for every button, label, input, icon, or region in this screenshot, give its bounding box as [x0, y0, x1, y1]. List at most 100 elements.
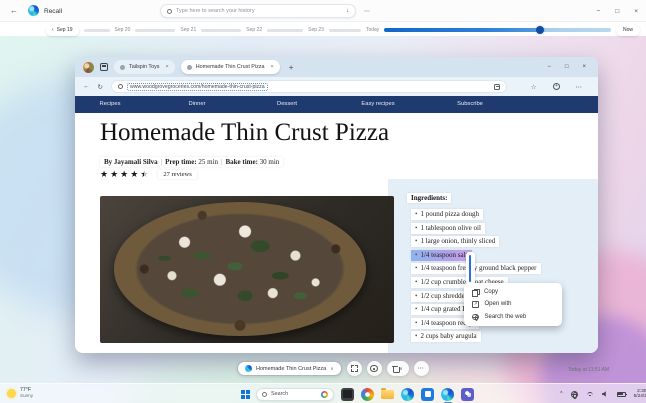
delete-snapshot-button[interactable]: ∨	[386, 361, 409, 376]
context-menu-label: Open with	[484, 301, 512, 308]
ingredient-text: 1 tablespoon olive oil	[420, 223, 481, 232]
new-tab-icon: +	[288, 62, 294, 72]
tray-expand-icon[interactable]: ^	[560, 391, 563, 397]
snapshot-app-pill[interactable]: Homemade Thin Crust Pizza ∨	[237, 361, 342, 376]
recipe-author: By Jayamali Silva	[104, 158, 158, 166]
context-menu-item-search-web[interactable]: Search the web	[464, 311, 562, 323]
bullet-icon: •	[415, 291, 418, 300]
ingredient-item[interactable]: • 1 large onion, thinly sliced	[411, 236, 500, 248]
taskbar-app-store[interactable]	[421, 387, 434, 401]
toolbar-more-button[interactable]: ⋯	[413, 361, 429, 376]
bing-search-icon	[321, 390, 328, 398]
recall-titlebar: ← Recall ↓ ⋯ − □ ×	[0, 0, 646, 22]
bullet-icon: •	[415, 318, 418, 327]
history-search-input[interactable]	[176, 8, 342, 14]
browser-maximize-icon: □	[564, 64, 569, 70]
taskbar-app-edge[interactable]	[401, 387, 414, 401]
star-icon	[110, 170, 118, 179]
search-icon	[262, 391, 267, 397]
recipe-rating: 27 reviews	[100, 170, 197, 179]
timeline-track-segment[interactable]	[328, 28, 361, 32]
copy-circle-icon	[370, 364, 378, 373]
open-with-icon	[472, 301, 479, 308]
ingredient-text: 1/4 teaspoon freshly ground black pepper	[420, 264, 537, 273]
trash-icon	[392, 365, 400, 373]
recipe-byline[interactable]: By Jayamali Silva | Prep time: 25 min | Bake…	[100, 157, 284, 167]
edge-app-icon	[245, 365, 252, 372]
nav-item-dessert[interactable]: Dessert	[277, 101, 297, 107]
ingredient-item[interactable]: • 1 pound pizza dough	[411, 209, 483, 220]
address-url-text[interactable]: www.woodgrovegroceries.com/homemade-thin…	[126, 82, 268, 91]
context-menu-item-copy[interactable]: Copy	[464, 286, 562, 298]
recall-app-icon	[28, 5, 39, 16]
copy-icon	[472, 288, 480, 298]
nav-item-dinner[interactable]: Dinner	[188, 101, 205, 107]
battery-icon[interactable]	[616, 391, 627, 397]
back-icon[interactable]: ←	[10, 6, 18, 15]
app-title: Recall	[44, 8, 63, 15]
ingredient-item[interactable]: • 1 tablespoon olive oil	[411, 222, 485, 234]
timeline-now-button[interactable]: Now	[615, 24, 640, 36]
ingredient-item-highlighted[interactable]: • 1/4 teaspoon salt	[411, 249, 472, 261]
context-menu-label: Copy	[484, 289, 499, 296]
nav-item-recipes[interactable]: Recipes	[100, 101, 121, 107]
titlebar-more-icon[interactable]: ⋯	[364, 8, 371, 15]
timeline-track-segment[interactable]	[135, 28, 176, 32]
timeline-track-segment[interactable]	[83, 28, 110, 32]
text-selection-handle[interactable]	[466, 252, 475, 285]
snip-button[interactable]	[346, 361, 362, 376]
address-search-icon	[117, 84, 123, 89]
byline-separator: |	[160, 158, 163, 166]
prep-time-value: 25 min	[198, 158, 219, 166]
bake-time-label: Bake time:	[225, 158, 258, 166]
search-dropdown-icon[interactable]: ↓	[346, 8, 349, 14]
copy-snapshot-button[interactable]	[366, 361, 382, 376]
start-button[interactable]	[241, 389, 250, 399]
bullet-icon: •	[415, 223, 418, 232]
timeline-today-label: Today	[365, 27, 380, 33]
close-button[interactable]: ×	[634, 8, 638, 15]
tab-tailspin-toys: Tailspin Toys ×	[114, 60, 175, 74]
context-menu-item-open-with[interactable]: Open with	[464, 298, 562, 310]
taskbar-app-device[interactable]	[341, 387, 354, 401]
chevron-down-icon: ∨	[330, 365, 334, 371]
star-icon	[100, 170, 108, 179]
network-globe-icon[interactable]	[570, 390, 578, 399]
browser-refresh-icon: ↻	[97, 83, 103, 91]
browser-minimize-icon: −	[547, 64, 551, 70]
star-icon	[120, 170, 128, 179]
tab-close-icon: ×	[165, 64, 169, 70]
taskbar-app-browser[interactable]	[361, 387, 374, 401]
timeline-slider-handle[interactable]	[536, 26, 545, 34]
timeline-prev-button[interactable]: ‹ Sep 19	[46, 24, 79, 36]
taskbar-search-box[interactable]: Search	[256, 387, 334, 401]
ingredient-item[interactable]: • 2 cups baby arugula	[411, 331, 481, 343]
taskbar-weather-widget[interactable]: 77°F Sunny	[7, 387, 33, 399]
recipe-photo[interactable]	[100, 196, 394, 343]
timeline-date-label: Sep 23	[308, 27, 324, 33]
timeline-track-segment[interactable]	[201, 28, 242, 32]
ingredient-item[interactable]: • 1/4 teaspoon freshly ground black peppe…	[411, 263, 541, 275]
nav-item-easy-recipes[interactable]: Easy recipes	[361, 101, 394, 107]
recipe-title[interactable]: Homemade Thin Crust Pizza	[100, 119, 389, 147]
snip-icon	[350, 365, 358, 372]
taskbar-app-file-explorer[interactable]	[381, 387, 394, 401]
taskbar-app-recall-active[interactable]	[441, 387, 454, 403]
ingredient-text: 2 cups baby arugula	[420, 332, 477, 341]
timeline-today-track[interactable]	[384, 26, 611, 34]
volume-icon[interactable]	[601, 391, 606, 397]
wifi-icon[interactable]	[586, 391, 594, 397]
maximize-button[interactable]: □	[615, 8, 619, 15]
browser-back-icon: ←	[83, 83, 90, 90]
timeline-track-segment[interactable]	[267, 28, 304, 32]
reviews-count[interactable]: 27 reviews	[158, 170, 197, 179]
ingredients-heading[interactable]: Ingredients:	[407, 193, 452, 203]
nav-item-subscribe[interactable]: Subscribe	[457, 101, 483, 107]
tab-close-icon: ×	[270, 64, 274, 70]
half-star-icon	[140, 170, 148, 179]
minimize-button[interactable]: −	[596, 8, 600, 15]
taskbar-clock[interactable]: 2:30 PM 5/24/2024	[634, 389, 646, 400]
taskbar-app-teams[interactable]	[461, 387, 474, 401]
history-search-box[interactable]: ↓	[160, 4, 356, 18]
bake-time-value: 30 min	[259, 158, 280, 166]
